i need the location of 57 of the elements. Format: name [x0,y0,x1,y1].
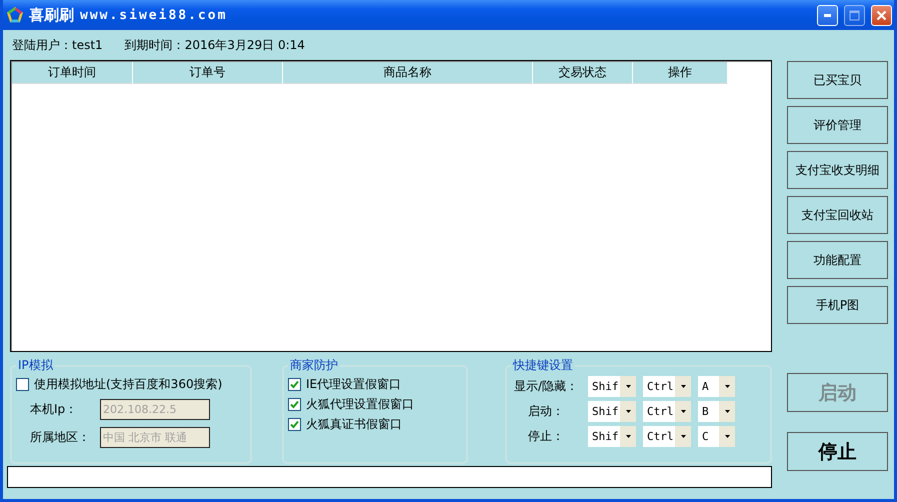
checkbox[interactable] [288,398,301,410]
stop-button[interactable]: 停止 [787,432,888,471]
group-title: 商家防护 [289,357,339,374]
hotkey-dropdown[interactable]: Ctrl [643,401,691,422]
checkbox[interactable] [288,418,301,430]
checkbox-label: 火狐代理设置假窗口 [306,396,414,412]
hotkey-dropdown[interactable]: B [698,401,735,422]
dropdown-arrow-icon [626,435,630,438]
dropdown-arrow-icon [724,410,730,413]
checkbox-label: 火狐真证书假窗口 [306,416,402,432]
window-subtitle: www.siwei88.com [80,8,228,22]
field-label: 所属地区： [29,428,91,446]
side-button[interactable]: 评价管理 [787,106,888,144]
dropdown-arrow-icon [626,410,630,413]
hotkey-dropdown[interactable]: Ctrl [643,426,691,447]
hotkey-dropdown[interactable]: Shif [588,401,636,422]
dropdown-arrow-icon [680,435,686,438]
side-button[interactable]: 支付宝回收站 [787,196,888,234]
maximize-button[interactable] [844,4,865,26]
close-button[interactable] [871,4,892,26]
side-button[interactable]: 支付宝收支明细 [787,151,888,189]
hotkey-dropdown[interactable]: Shif [588,426,636,447]
column-header[interactable]: 订单号 [133,62,283,84]
dropdown-arrow-icon [626,385,630,388]
hotkey-dropdown[interactable]: Shif [588,376,636,397]
checkbox[interactable] [16,378,29,390]
logo-icon [7,7,23,23]
hotkey-dropdown[interactable]: A [698,376,735,397]
checkbox[interactable] [288,378,301,390]
column-header[interactable]: 操作 [633,62,728,84]
group-title: 快捷键设置 [512,357,574,374]
hotkey-dropdown[interactable]: C [698,426,735,447]
side-button[interactable]: 已买宝贝 [787,61,888,99]
field-label: 本机Ip： [29,400,78,418]
hotkey-label: 停止： [527,428,565,445]
hotkey-label: 启动： [527,403,565,420]
column-header[interactable]: 订单时间 [12,62,133,84]
group-title: IP模拟 [17,357,54,374]
dropdown-arrow-icon [680,385,686,388]
side-button[interactable]: 手机P图 [787,286,888,324]
window-title: 喜刷刷 [29,6,74,24]
info-text: 登陆用户：test1 [12,36,103,54]
info-text: 到期时间：2016年3月29日 0:14 [124,36,305,54]
checkbox-label: IE代理设置假窗口 [306,376,402,392]
dropdown-arrow-icon [724,435,730,438]
minimize-icon [824,14,831,16]
dropdown-arrow-icon [724,385,730,388]
column-header[interactable]: 商品名称 [283,62,533,84]
hotkey-label: 显示/隐藏： [512,378,580,395]
column-header[interactable]: 交易状态 [533,62,633,84]
side-button[interactable]: 功能配置 [787,241,888,279]
hotkey-dropdown[interactable]: Ctrl [643,376,691,397]
close-icon [876,10,887,20]
minimize-button[interactable] [817,4,838,26]
maximize-icon [849,10,860,20]
dropdown-arrow-icon [680,410,686,413]
checkbox-label: 使用模拟地址(支持百度和360搜索) [34,376,222,392]
